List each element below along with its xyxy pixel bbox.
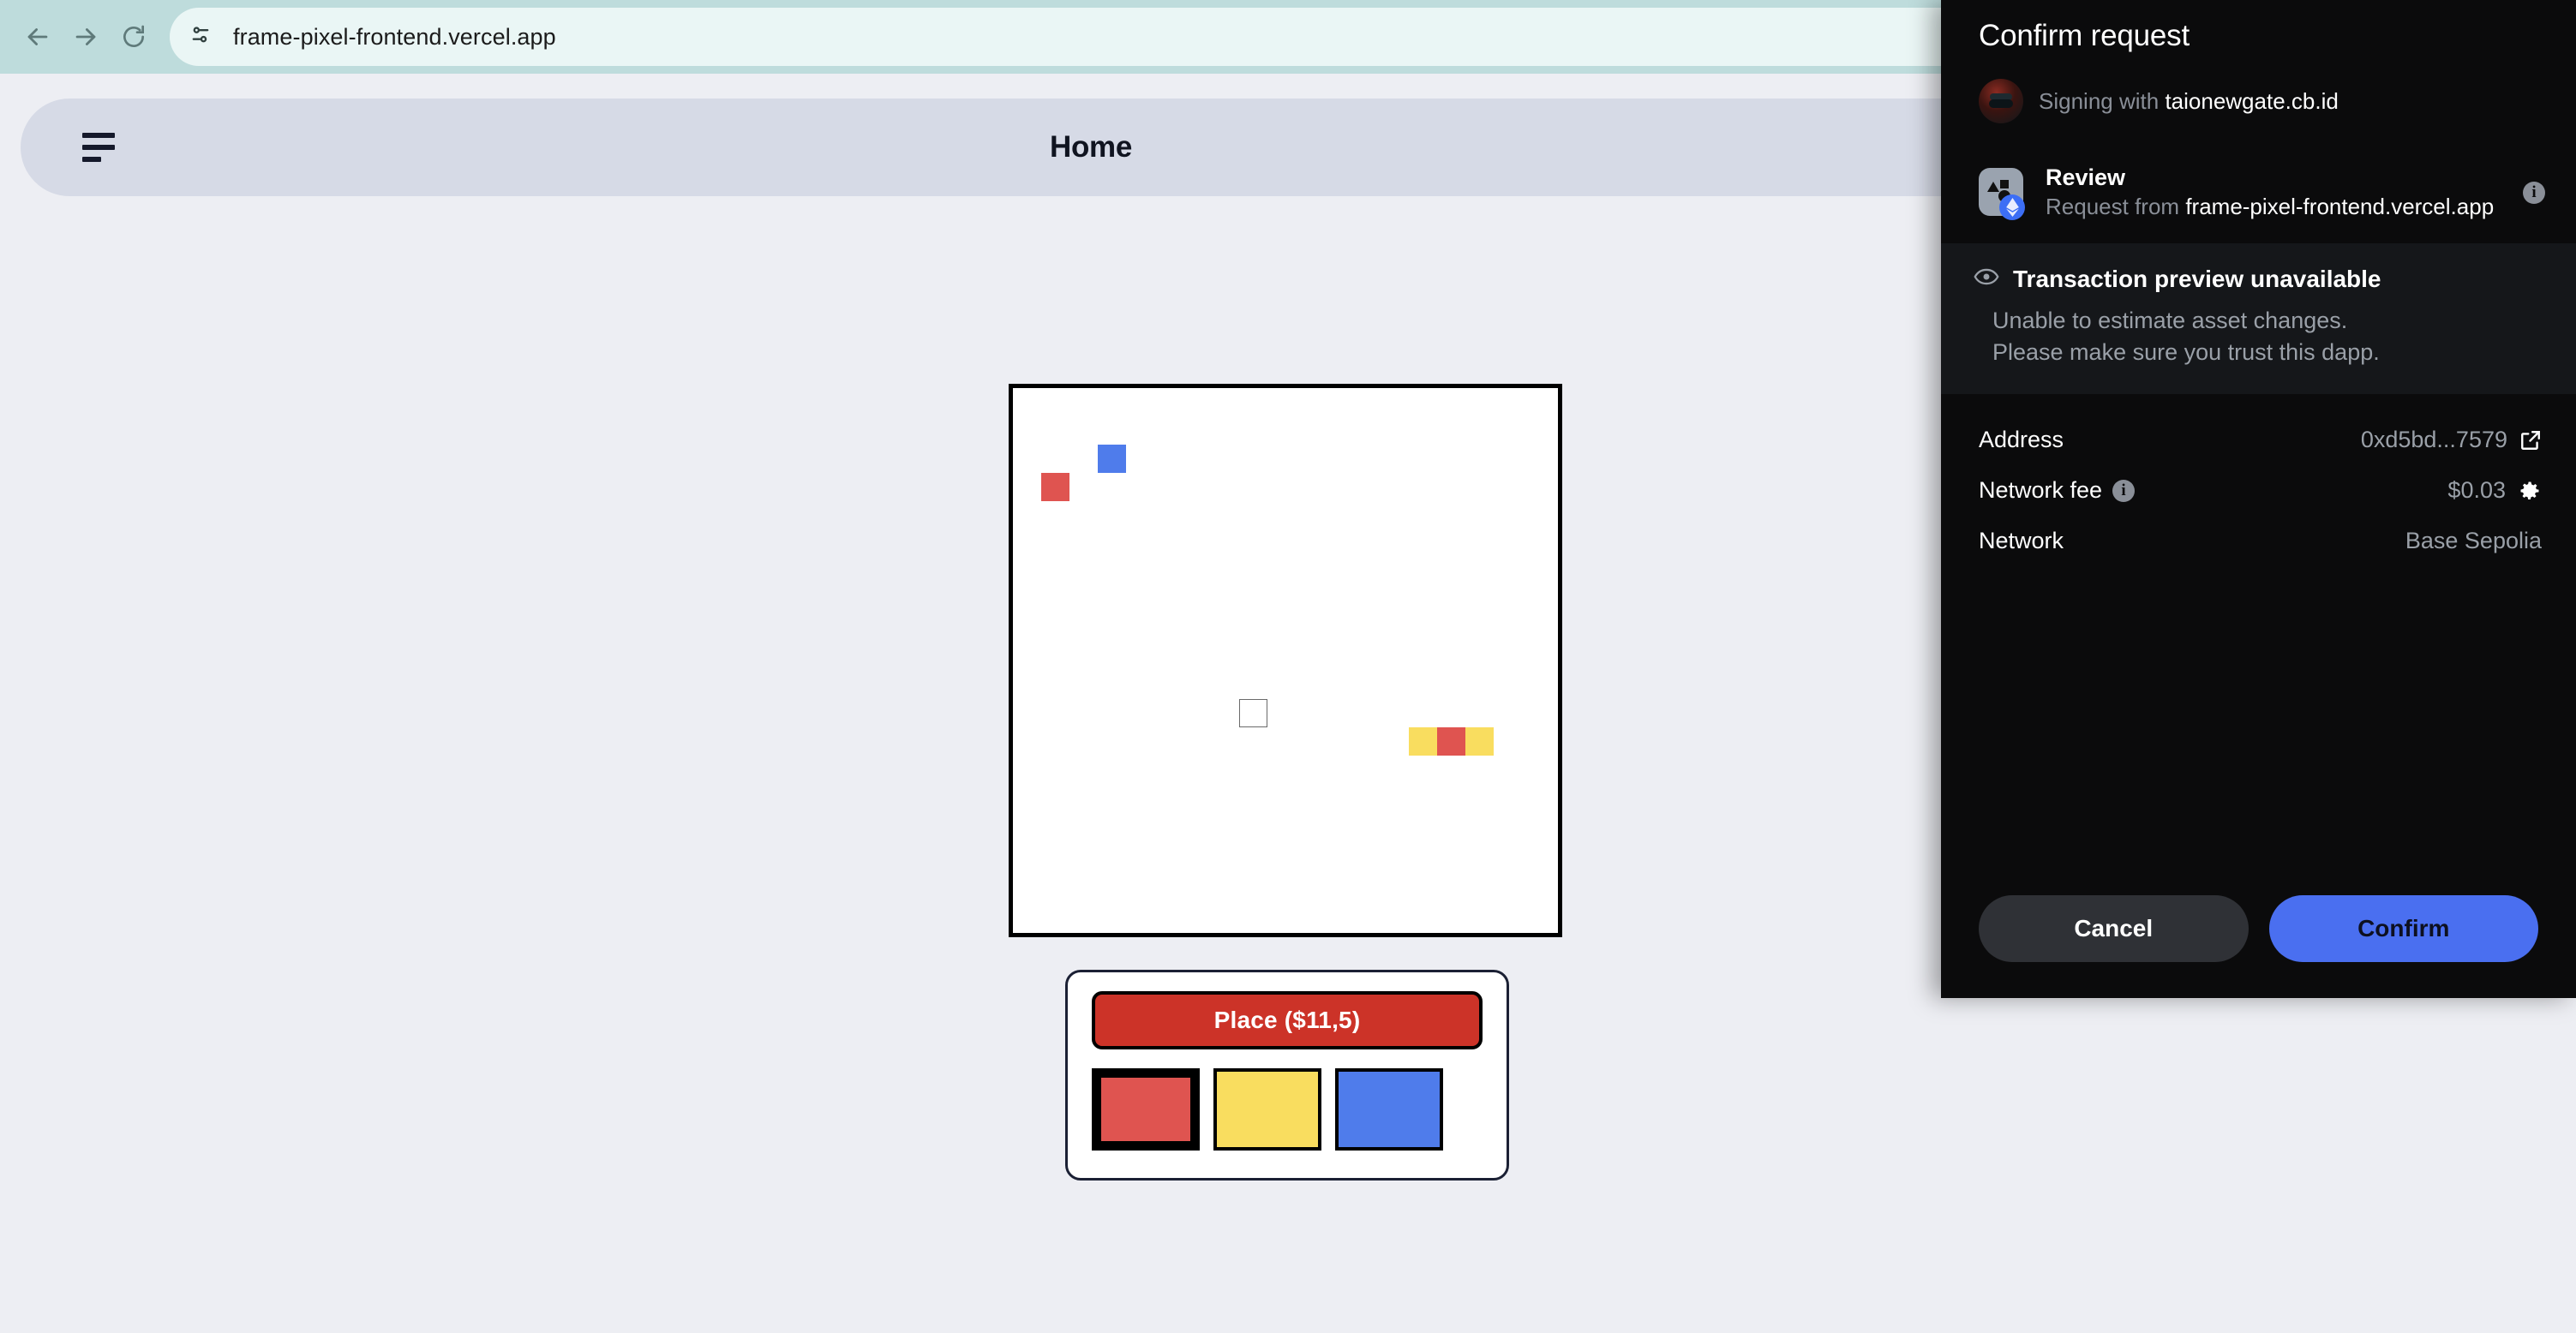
reload-icon — [120, 23, 147, 51]
review-row: Review Request from frame-pixel-frontend… — [1941, 147, 2576, 243]
canvas-pixel[interactable] — [1437, 727, 1465, 756]
swatch-red[interactable] — [1092, 1068, 1200, 1151]
forward-button[interactable] — [62, 13, 110, 61]
avatar — [1979, 79, 2023, 123]
signing-with-text: Signing with taionewgate.cb.id — [2039, 88, 2339, 115]
preview-line-1: Unable to estimate asset changes. — [1992, 307, 2348, 333]
eye-icon — [1974, 267, 1999, 290]
canvas-pixel[interactable] — [1409, 727, 1437, 756]
gear-icon[interactable] — [2518, 479, 2542, 503]
dapp-shapes-icon — [1979, 167, 2028, 220]
palette-panel: Place ($11,5) — [1065, 970, 1509, 1181]
ethereum-icon — [1999, 194, 2025, 220]
app-header-bar: Home — [21, 99, 1990, 196]
signing-prefix: Signing with — [2039, 87, 2160, 114]
transaction-preview-body: Unable to estimate asset changes. Please… — [1992, 305, 2538, 369]
site-settings-icon — [189, 23, 213, 51]
detail-label: Network fee — [1979, 477, 2103, 504]
pixel-canvas[interactable] — [1009, 384, 1562, 937]
reload-button[interactable] — [110, 13, 158, 61]
canvas-pixel[interactable] — [1098, 445, 1126, 473]
site-settings-button[interactable] — [178, 15, 223, 59]
transaction-details: Address 0xd5bd...7579 Network fee i $0.03 Net… — [1941, 394, 2576, 566]
page-title: Home — [1049, 130, 1133, 164]
color-swatch-row — [1092, 1068, 1483, 1151]
back-button[interactable] — [14, 13, 62, 61]
request-from-prefix: Request from — [2046, 194, 2180, 219]
signing-account-row[interactable]: Signing with taionewgate.cb.id — [1941, 53, 2576, 147]
review-info-icon[interactable]: i — [2523, 181, 2545, 204]
hamburger-menu-icon[interactable] — [82, 133, 120, 162]
transaction-preview-block: Transaction preview unavailable Unable t… — [1941, 242, 2576, 395]
transaction-preview-title: Transaction preview unavailable — [2013, 265, 2381, 292]
swatch-yellow[interactable] — [1213, 1068, 1321, 1151]
detail-value: $0.03 — [2447, 477, 2506, 504]
request-origin: frame-pixel-frontend.vercel.app — [2185, 194, 2495, 219]
wallet-confirm-panel: Confirm request Signing with taionewgate… — [1941, 0, 2576, 998]
canvas-pixel[interactable] — [1041, 473, 1069, 501]
wallet-action-buttons: Cancel Confirm — [1941, 873, 2576, 998]
back-arrow-icon — [23, 22, 52, 51]
detail-row-network-fee: Network fee i $0.03 — [1979, 465, 2542, 516]
screen: frame-pixel-frontend.vercel.app Home Pla… — [0, 0, 2576, 1333]
confirm-button[interactable]: Confirm — [2268, 895, 2538, 962]
detail-value: Base Sepolia — [2405, 528, 2542, 554]
signing-account-name: taionewgate.cb.id — [2165, 87, 2339, 114]
detail-row-network: Network Base Sepolia — [1979, 516, 2542, 566]
detail-value: 0xd5bd...7579 — [2360, 427, 2507, 453]
canvas-cursor-cell[interactable] — [1239, 699, 1267, 727]
info-icon[interactable]: i — [2112, 479, 2136, 502]
preview-line-2: Please make sure you trust this dapp. — [1992, 339, 2380, 366]
cancel-button[interactable]: Cancel — [1979, 895, 2249, 962]
external-link-icon[interactable] — [2519, 429, 2542, 451]
wallet-title: Confirm request — [1979, 19, 2190, 52]
canvas-pixel[interactable] — [1465, 727, 1494, 756]
swatch-blue[interactable] — [1335, 1068, 1443, 1151]
review-title: Review — [2046, 164, 2126, 190]
place-button[interactable]: Place ($11,5) — [1092, 991, 1483, 1049]
forward-arrow-icon — [71, 22, 100, 51]
detail-label: Address — [1979, 427, 2064, 453]
detail-row-address: Address 0xd5bd...7579 — [1979, 415, 2542, 465]
review-subtitle: Request from frame-pixel-frontend.vercel… — [2046, 194, 2506, 221]
review-text-block: Review Request from frame-pixel-frontend… — [2046, 164, 2506, 221]
detail-label: Network — [1979, 528, 2064, 554]
